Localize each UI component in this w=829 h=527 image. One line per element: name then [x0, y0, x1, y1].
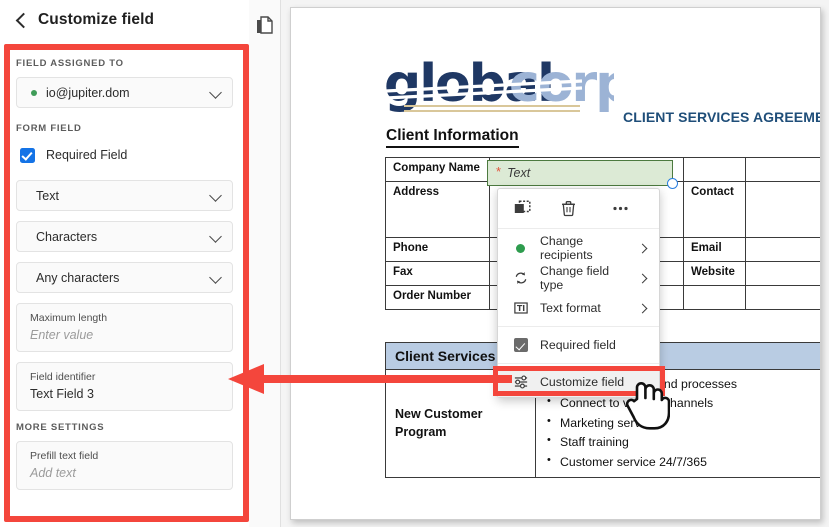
menu-item-label: Required field: [540, 338, 616, 352]
field-assigned-to-label: FIELD ASSIGNED TO: [16, 58, 124, 69]
more-options-icon[interactable]: [612, 200, 629, 217]
row-label: Order Number: [385, 285, 490, 310]
count-unit-value: Characters: [36, 229, 98, 244]
chevron-left-icon[interactable]: [14, 14, 27, 27]
list-item: Marketing services: [545, 413, 820, 433]
chevron-right-icon: [639, 274, 648, 283]
row-value-2[interactable]: [745, 181, 820, 238]
checkbox-checked-icon[interactable]: [20, 147, 35, 163]
row-label-2: [683, 157, 746, 182]
chevron-down-icon[interactable]: [211, 87, 222, 98]
resize-handle-icon[interactable]: [667, 178, 678, 189]
count-unit-select[interactable]: Characters: [16, 221, 233, 252]
field-type-value: Text: [36, 188, 59, 203]
row-label-2: Contact: [683, 181, 746, 238]
left-tool-strip: [249, 0, 281, 527]
sidebar-body: FIELD ASSIGNED TO io@jupiter.dom FORM FI…: [0, 40, 249, 527]
app-window: Customize field FIELD ASSIGNED TO io@jup…: [0, 0, 829, 527]
list-item: Customer service 24/7/365: [545, 452, 820, 472]
menu-item-label: Change recipients: [540, 234, 593, 262]
active-field-placeholder: Text: [507, 166, 531, 180]
chevron-right-icon: [639, 244, 648, 253]
more-settings-label: MORE SETTINGS: [16, 422, 105, 433]
field-identifier-field[interactable]: Field identifier Text Field 3: [16, 362, 233, 411]
recipient-status-dot-icon: [31, 89, 37, 96]
required-field-checkbox-row[interactable]: Required Field: [20, 142, 233, 168]
chevron-right-icon: [639, 304, 648, 313]
maximum-length-field[interactable]: Maximum length Enter value: [16, 303, 233, 352]
checkbox-checked-icon[interactable]: [512, 337, 529, 354]
row-value-2[interactable]: [745, 285, 820, 310]
field-context-menu: Change recipients Change field type TI T…: [497, 188, 660, 398]
form-field-label: FORM FIELD: [16, 123, 82, 134]
row-label: Address: [385, 181, 490, 238]
svg-text:TI: TI: [516, 304, 524, 313]
list-item: Staff training: [545, 432, 820, 452]
menu-item-label: Change field type: [540, 264, 610, 292]
sidebar-header: Customize field: [0, 0, 249, 40]
field-identifier-input[interactable]: Text Field 3: [30, 387, 219, 401]
customize-field-sidebar: Customize field FIELD ASSIGNED TO io@jup…: [0, 0, 249, 527]
field-identifier-label: Field identifier: [30, 371, 96, 383]
row-label-2: Website: [683, 261, 746, 286]
recipient-dot-icon: [512, 240, 529, 257]
chevron-down-icon[interactable]: [211, 231, 222, 242]
menu-item-label: Text format: [540, 301, 601, 315]
field-type-select[interactable]: Text: [16, 180, 233, 211]
chevron-down-icon[interactable]: [211, 272, 222, 283]
page-title: Customize field: [38, 11, 155, 28]
menu-item-change-field-type[interactable]: Change field type: [498, 263, 659, 293]
arrow-annotation: [222, 356, 512, 402]
row-label: Phone: [385, 237, 490, 262]
active-text-form-field[interactable]: * Text: [487, 160, 673, 186]
row-label: Company Name: [385, 157, 490, 182]
required-field-label: Required Field: [46, 148, 128, 162]
menu-divider: [498, 326, 659, 327]
row-label-2: [683, 285, 746, 310]
document-title: CLIENT SERVICES AGREEMENT: [623, 109, 820, 125]
duplicate-icon[interactable]: [514, 200, 531, 217]
assigned-recipient-select[interactable]: io@jupiter.dom: [16, 77, 233, 108]
row-value-2[interactable]: [745, 237, 820, 262]
character-rule-select[interactable]: Any characters: [16, 262, 233, 293]
refresh-icon: [512, 270, 529, 287]
context-menu-toolbar: [498, 189, 659, 229]
pages-duplicate-icon[interactable]: [256, 16, 274, 34]
assigned-recipient-value: io@jupiter.dom: [46, 85, 130, 100]
menu-item-change-recipients[interactable]: Change recipients: [498, 233, 659, 263]
row-label-2: Email: [683, 237, 746, 262]
character-rule-value: Any characters: [36, 270, 120, 285]
pointing-hand-cursor: [624, 379, 671, 431]
menu-item-required-field[interactable]: Required field: [498, 330, 659, 360]
text-format-icon: TI: [512, 300, 529, 317]
client-information-heading: Client Information: [386, 127, 519, 148]
row-label: Fax: [385, 261, 490, 286]
prefill-text-input[interactable]: Add text: [30, 466, 219, 480]
row-value-2[interactable]: [745, 157, 820, 182]
row-value-2[interactable]: [745, 261, 820, 286]
required-marker-icon: *: [496, 164, 502, 179]
globalcorp-logo: global corp: [384, 54, 632, 115]
prefill-text-field[interactable]: Prefill text field Add text: [16, 441, 233, 490]
menu-divider: [498, 363, 659, 364]
maximum-length-label: Maximum length: [30, 312, 108, 324]
sliders-icon: [512, 374, 529, 391]
chevron-down-icon[interactable]: [211, 190, 222, 201]
delete-icon[interactable]: [560, 200, 577, 217]
menu-item-text-format[interactable]: TI Text format: [498, 293, 659, 323]
prefill-text-label: Prefill text field: [30, 450, 99, 462]
maximum-length-input[interactable]: Enter value: [30, 328, 219, 342]
